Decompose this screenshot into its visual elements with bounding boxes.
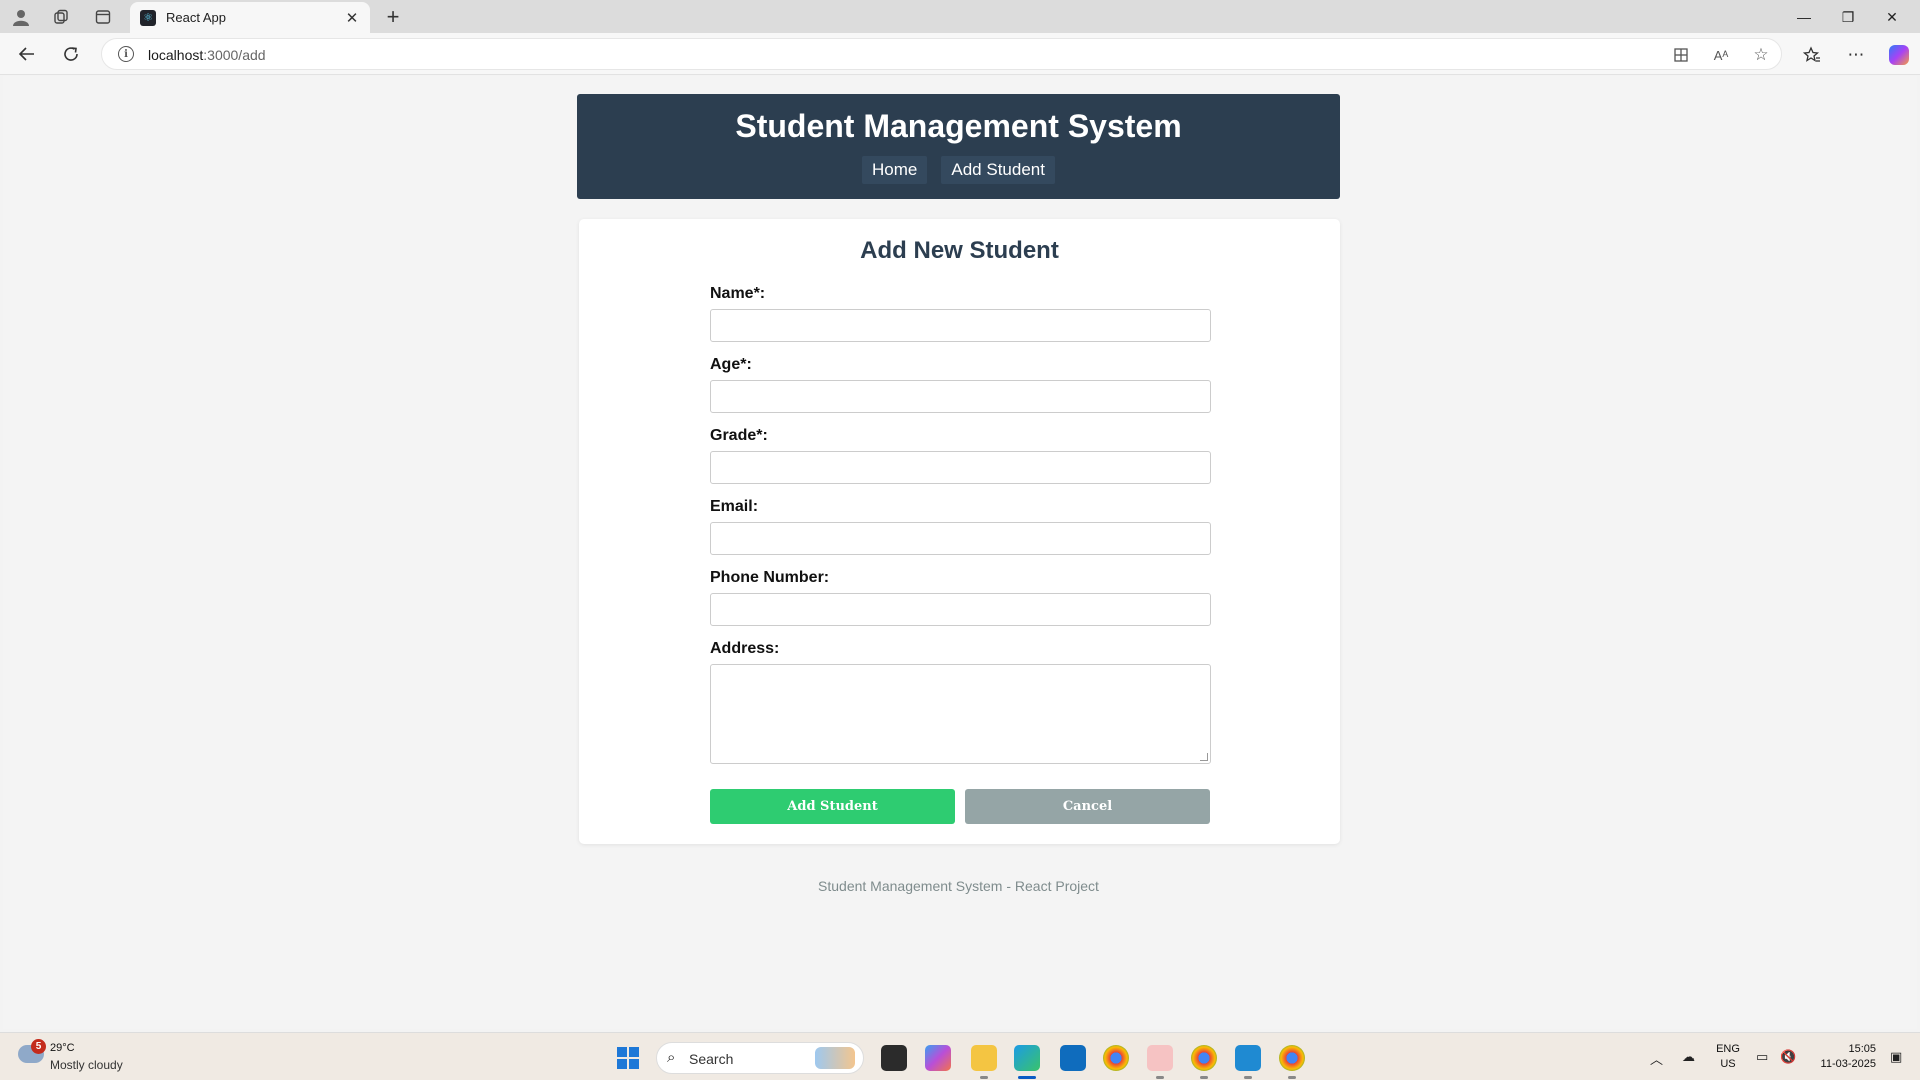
browser-tab-active[interactable]: ⚛ React App ✕ (130, 2, 370, 33)
more-options-icon[interactable]: ⋯ (1843, 42, 1869, 68)
vertical-tabs-icon[interactable] (92, 6, 114, 28)
react-favicon-icon: ⚛ (140, 9, 156, 26)
pinned-app-icon[interactable] (1147, 1045, 1173, 1071)
tab-title: React App (166, 10, 226, 25)
profile-icon[interactable] (10, 6, 32, 28)
terminal-app-icon[interactable] (881, 1045, 907, 1071)
outlook-icon[interactable] (1060, 1045, 1086, 1071)
chrome-profile-icon[interactable] (1191, 1045, 1217, 1071)
workspaces-icon[interactable] (50, 6, 72, 28)
pinned-app-running-indicator (1156, 1076, 1164, 1079)
read-aloud-icon[interactable]: Aᴬ (1710, 45, 1732, 65)
email-label: Email: (710, 498, 759, 515)
email-input[interactable] (710, 522, 1211, 555)
name-input[interactable] (710, 309, 1211, 342)
volume-muted-icon[interactable]: 🔇 (1780, 1049, 1796, 1065)
new-tab-button[interactable]: + (380, 4, 406, 30)
phone-label: Phone Number: (710, 569, 830, 586)
url-path: :3000/add (203, 47, 266, 63)
search-icon: ⌕ (667, 1049, 676, 1066)
name-label: Name*: (710, 285, 766, 302)
edge-browser-icon[interactable] (1014, 1045, 1040, 1071)
show-hidden-icons-chevron-icon[interactable]: ︿ (1650, 1049, 1663, 1068)
add-student-button[interactable]: Add Student (710, 789, 955, 824)
refresh-icon[interactable] (58, 41, 84, 67)
cancel-button[interactable]: Cancel (965, 789, 1210, 824)
weather-badge: 5 (31, 1039, 46, 1054)
browser-titlebar: ⚛ React App ✕ + — ❐ ✕ (0, 0, 1920, 33)
nav-link-home[interactable]: Home (862, 156, 928, 184)
weather-description: Mostly cloudy (50, 1058, 123, 1072)
grade-label: Grade*: (710, 427, 768, 444)
taskbar-search[interactable]: ⌕ Search (656, 1042, 864, 1074)
nav-link-add-student[interactable]: Add Student (941, 156, 1055, 184)
address-textarea[interactable] (710, 664, 1211, 764)
chrome-second-running-indicator (1288, 1076, 1296, 1079)
site-title: Student Management System (735, 108, 1182, 144)
chrome-second-profile-icon[interactable] (1279, 1045, 1305, 1071)
file-explorer-running-indicator (980, 1076, 988, 1079)
favorite-star-icon[interactable]: ☆ (1750, 45, 1772, 65)
url-text[interactable]: localhost:3000/add (148, 47, 266, 63)
main-nav: Home Add Student (577, 156, 1340, 184)
back-arrow-icon[interactable] (14, 41, 40, 67)
search-highlight-image (815, 1047, 855, 1069)
region-indicator: US (1720, 1058, 1736, 1070)
vscode-icon[interactable] (1235, 1045, 1261, 1071)
windows-taskbar: 5 29°C Mostly cloudy ⌕ Search ︿ ☁ ENG US… (0, 1032, 1920, 1080)
site-info-icon[interactable]: i (118, 46, 134, 62)
favorites-icon[interactable] (1799, 42, 1825, 68)
address-label: Address: (710, 640, 780, 657)
resize-handle-icon[interactable] (1200, 753, 1208, 761)
microsoft-365-icon[interactable] (925, 1045, 951, 1071)
age-label: Age*: (710, 356, 752, 373)
chrome-icon[interactable] (1103, 1045, 1129, 1071)
address-bar[interactable]: i localhost:3000/add Aᴬ ☆ (101, 38, 1782, 70)
add-student-form: Add New Student Name*: Age*: Grade*: Ema… (579, 219, 1340, 844)
tab-close-icon[interactable]: ✕ (344, 9, 360, 27)
edge-active-indicator (1018, 1076, 1036, 1079)
weather-temperature: 29°C (50, 1042, 75, 1054)
copilot-icon[interactable] (1889, 45, 1909, 65)
file-explorer-icon[interactable] (971, 1045, 997, 1071)
app-available-icon[interactable] (1670, 45, 1692, 65)
clock-time[interactable]: 15:05 (1806, 1043, 1876, 1055)
network-icon[interactable]: ▭ (1756, 1049, 1768, 1065)
vscode-running-indicator (1244, 1076, 1252, 1079)
onedrive-icon[interactable]: ☁ (1682, 1049, 1695, 1065)
notifications-icon[interactable]: ▣ (1890, 1049, 1902, 1065)
grade-input[interactable] (710, 451, 1211, 484)
restore-button[interactable]: ❐ (1826, 2, 1870, 32)
app-header: Student Management System Home Add Stude… (577, 94, 1340, 199)
language-indicator[interactable]: ENG (1715, 1043, 1741, 1055)
close-window-button[interactable]: ✕ (1870, 2, 1914, 32)
browser-toolbar: i localhost:3000/add Aᴬ ☆ ⋯ (0, 33, 1920, 75)
minimize-button[interactable]: — (1782, 2, 1826, 32)
windows-start-icon[interactable] (617, 1047, 639, 1069)
phone-input[interactable] (710, 593, 1211, 626)
url-host: localhost (148, 47, 204, 63)
chrome-running-indicator (1200, 1076, 1208, 1079)
page-footer: Student Management System - React Projec… (818, 878, 1099, 894)
form-title: Add New Student (860, 237, 1059, 264)
search-placeholder: Search (689, 1051, 734, 1067)
age-input[interactable] (710, 380, 1211, 413)
clock-date[interactable]: 11-03-2025 (1806, 1058, 1876, 1070)
